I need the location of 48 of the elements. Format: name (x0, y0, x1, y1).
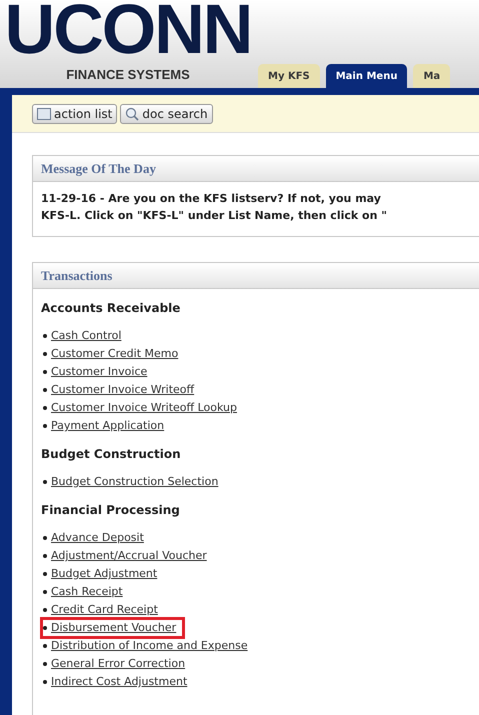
section-heading: Financial Processing (41, 502, 181, 519)
bullet-icon (43, 644, 47, 648)
menu-link[interactable]: Customer Invoice (51, 364, 148, 380)
message-text: KFS-L. Click on "KFS-L" under List Name, then click on " (41, 208, 388, 224)
section-heading: Accounts Receivable (41, 300, 182, 317)
menu-link[interactable]: Distribution of Income and Expense (51, 638, 248, 654)
menu-link[interactable]: Adjustment/Accrual Voucher (51, 548, 207, 564)
menu-link[interactable]: Budget Construction Selection (51, 474, 218, 490)
menu-link[interactable]: Cash Control (51, 328, 122, 344)
toolbar-button[interactable]: action list (32, 104, 118, 124)
menu-link[interactable]: Payment Application (51, 418, 164, 434)
bullet-icon (43, 626, 47, 630)
logo-subtitle: FINANCE SYSTEMS (66, 66, 190, 84)
message-text: 11-29-16 - Are you on the KFS listserv? If not, you may (41, 191, 382, 207)
bullet-icon (43, 424, 47, 428)
bullet-icon (43, 662, 47, 666)
bullet-icon (43, 680, 47, 684)
menu-link[interactable]: Credit Card Receipt (51, 602, 158, 618)
nav-tab[interactable]: My KFS (258, 64, 320, 88)
logo: UCONN (4, 0, 252, 58)
menu-link[interactable]: General Error Correction (51, 656, 186, 672)
menu-link[interactable]: Disbursement Voucher (51, 620, 176, 636)
bullet-icon (43, 480, 47, 484)
bullet-icon (43, 352, 47, 356)
bullet-icon (43, 554, 47, 558)
menu-link[interactable]: Cash Receipt (51, 584, 123, 600)
bullet-icon (43, 572, 47, 576)
list-icon (37, 108, 51, 120)
menu-link[interactable]: Customer Invoice Writeoff Lookup (51, 400, 237, 416)
bullet-icon (43, 370, 47, 374)
bullet-icon (43, 334, 47, 338)
bullet-icon (43, 406, 47, 410)
toolbar-button[interactable]: doc search (120, 104, 213, 124)
panel-title: Message Of The Day (41, 160, 156, 178)
bullet-icon (43, 388, 47, 392)
bullet-icon (43, 608, 47, 612)
bullet-icon (43, 536, 47, 540)
panel-title: Transactions (41, 266, 112, 285)
section-heading: Budget Construction (41, 446, 182, 463)
menu-link[interactable]: Customer Credit Memo (51, 346, 178, 362)
nav-tab[interactable]: Ma (413, 64, 450, 88)
bullet-icon (43, 590, 47, 594)
menu-link[interactable]: Indirect Cost Adjustment (51, 674, 188, 690)
menu-link[interactable]: Advance Deposit (51, 530, 144, 546)
nav-tab[interactable]: Main Menu (326, 64, 408, 88)
menu-link[interactable]: Budget Adjustment (51, 566, 158, 582)
menu-link[interactable]: Customer Invoice Writeoff (51, 382, 194, 398)
search-icon (125, 106, 140, 120)
